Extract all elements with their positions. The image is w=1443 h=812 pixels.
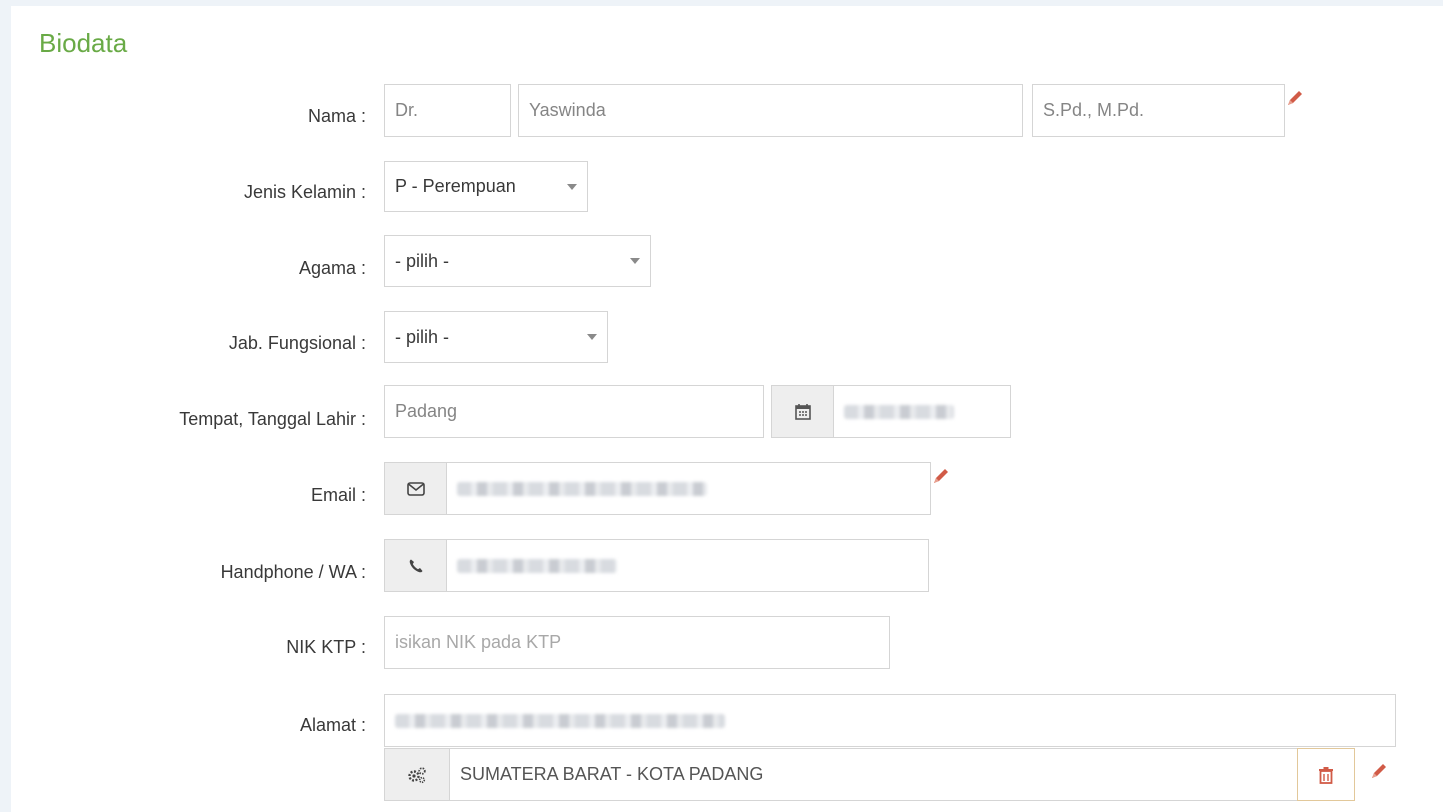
jab-fungsional-select[interactable]: - pilih -	[384, 311, 608, 363]
alamat-label: Alamat :	[299, 715, 366, 735]
chevron-down-icon	[587, 334, 597, 340]
phone-addon	[384, 539, 447, 592]
email-label: Email :	[310, 485, 366, 505]
email-input[interactable]	[446, 462, 931, 515]
jenis-kelamin-select[interactable]: P - Perempuan	[384, 161, 588, 212]
agama-label: Agama :	[298, 258, 366, 278]
handphone-input[interactable]	[446, 539, 929, 592]
gelar-belakang-input[interactable]: S.Pd., M.Pd.	[1032, 84, 1285, 137]
wilayah-input[interactable]: SUMATERA BARAT - KOTA PADANG	[449, 748, 1298, 801]
phone-icon	[409, 559, 422, 572]
gelar-depan-input[interactable]: Dr.	[384, 84, 511, 137]
email-addon	[384, 462, 447, 515]
redacted-value	[457, 481, 707, 496]
jab-fungsional-value: - pilih -	[395, 326, 450, 347]
alamat-input[interactable]	[384, 694, 1396, 747]
nik-label: NIK KTP :	[286, 637, 366, 657]
jab-fungsional-label: Jab. Fungsional :	[228, 333, 366, 353]
redacted-value	[395, 713, 725, 728]
nama-input[interactable]: Yaswinda	[518, 84, 1023, 137]
tanggal-lahir-input[interactable]	[833, 385, 1011, 438]
ttl-label: Tempat, Tanggal Lahir :	[179, 409, 366, 429]
calendar-addon[interactable]	[771, 385, 834, 438]
region-addon[interactable]	[384, 748, 450, 801]
pencil-icon[interactable]	[931, 466, 951, 486]
pencil-icon[interactable]	[1369, 761, 1389, 781]
jenis-kelamin-label: Jenis Kelamin :	[243, 182, 366, 202]
nama-label: Nama :	[307, 106, 366, 126]
redacted-value	[457, 558, 617, 573]
chevron-down-icon	[630, 258, 640, 264]
handphone-label: Handphone / WA :	[220, 562, 366, 582]
agama-value: - pilih -	[395, 250, 450, 271]
calendar-icon	[794, 403, 811, 420]
gears-icon	[408, 766, 426, 783]
envelope-icon	[406, 481, 425, 496]
biodata-panel: Biodata Nama : Dr. Yaswinda S.Pd., M.Pd.…	[11, 6, 1443, 812]
redacted-value	[844, 404, 954, 419]
jenis-kelamin-value: P - Perempuan	[395, 176, 516, 196]
tempat-lahir-input[interactable]: Padang	[384, 385, 764, 438]
section-title: Biodata	[39, 28, 128, 58]
agama-select[interactable]: - pilih -	[384, 235, 651, 287]
nik-input[interactable]: isikan NIK pada KTP	[384, 616, 890, 669]
pencil-icon[interactable]	[1285, 88, 1305, 108]
chevron-down-icon	[567, 183, 577, 190]
trash-icon	[1319, 766, 1333, 784]
delete-wilayah-button[interactable]	[1297, 748, 1355, 801]
